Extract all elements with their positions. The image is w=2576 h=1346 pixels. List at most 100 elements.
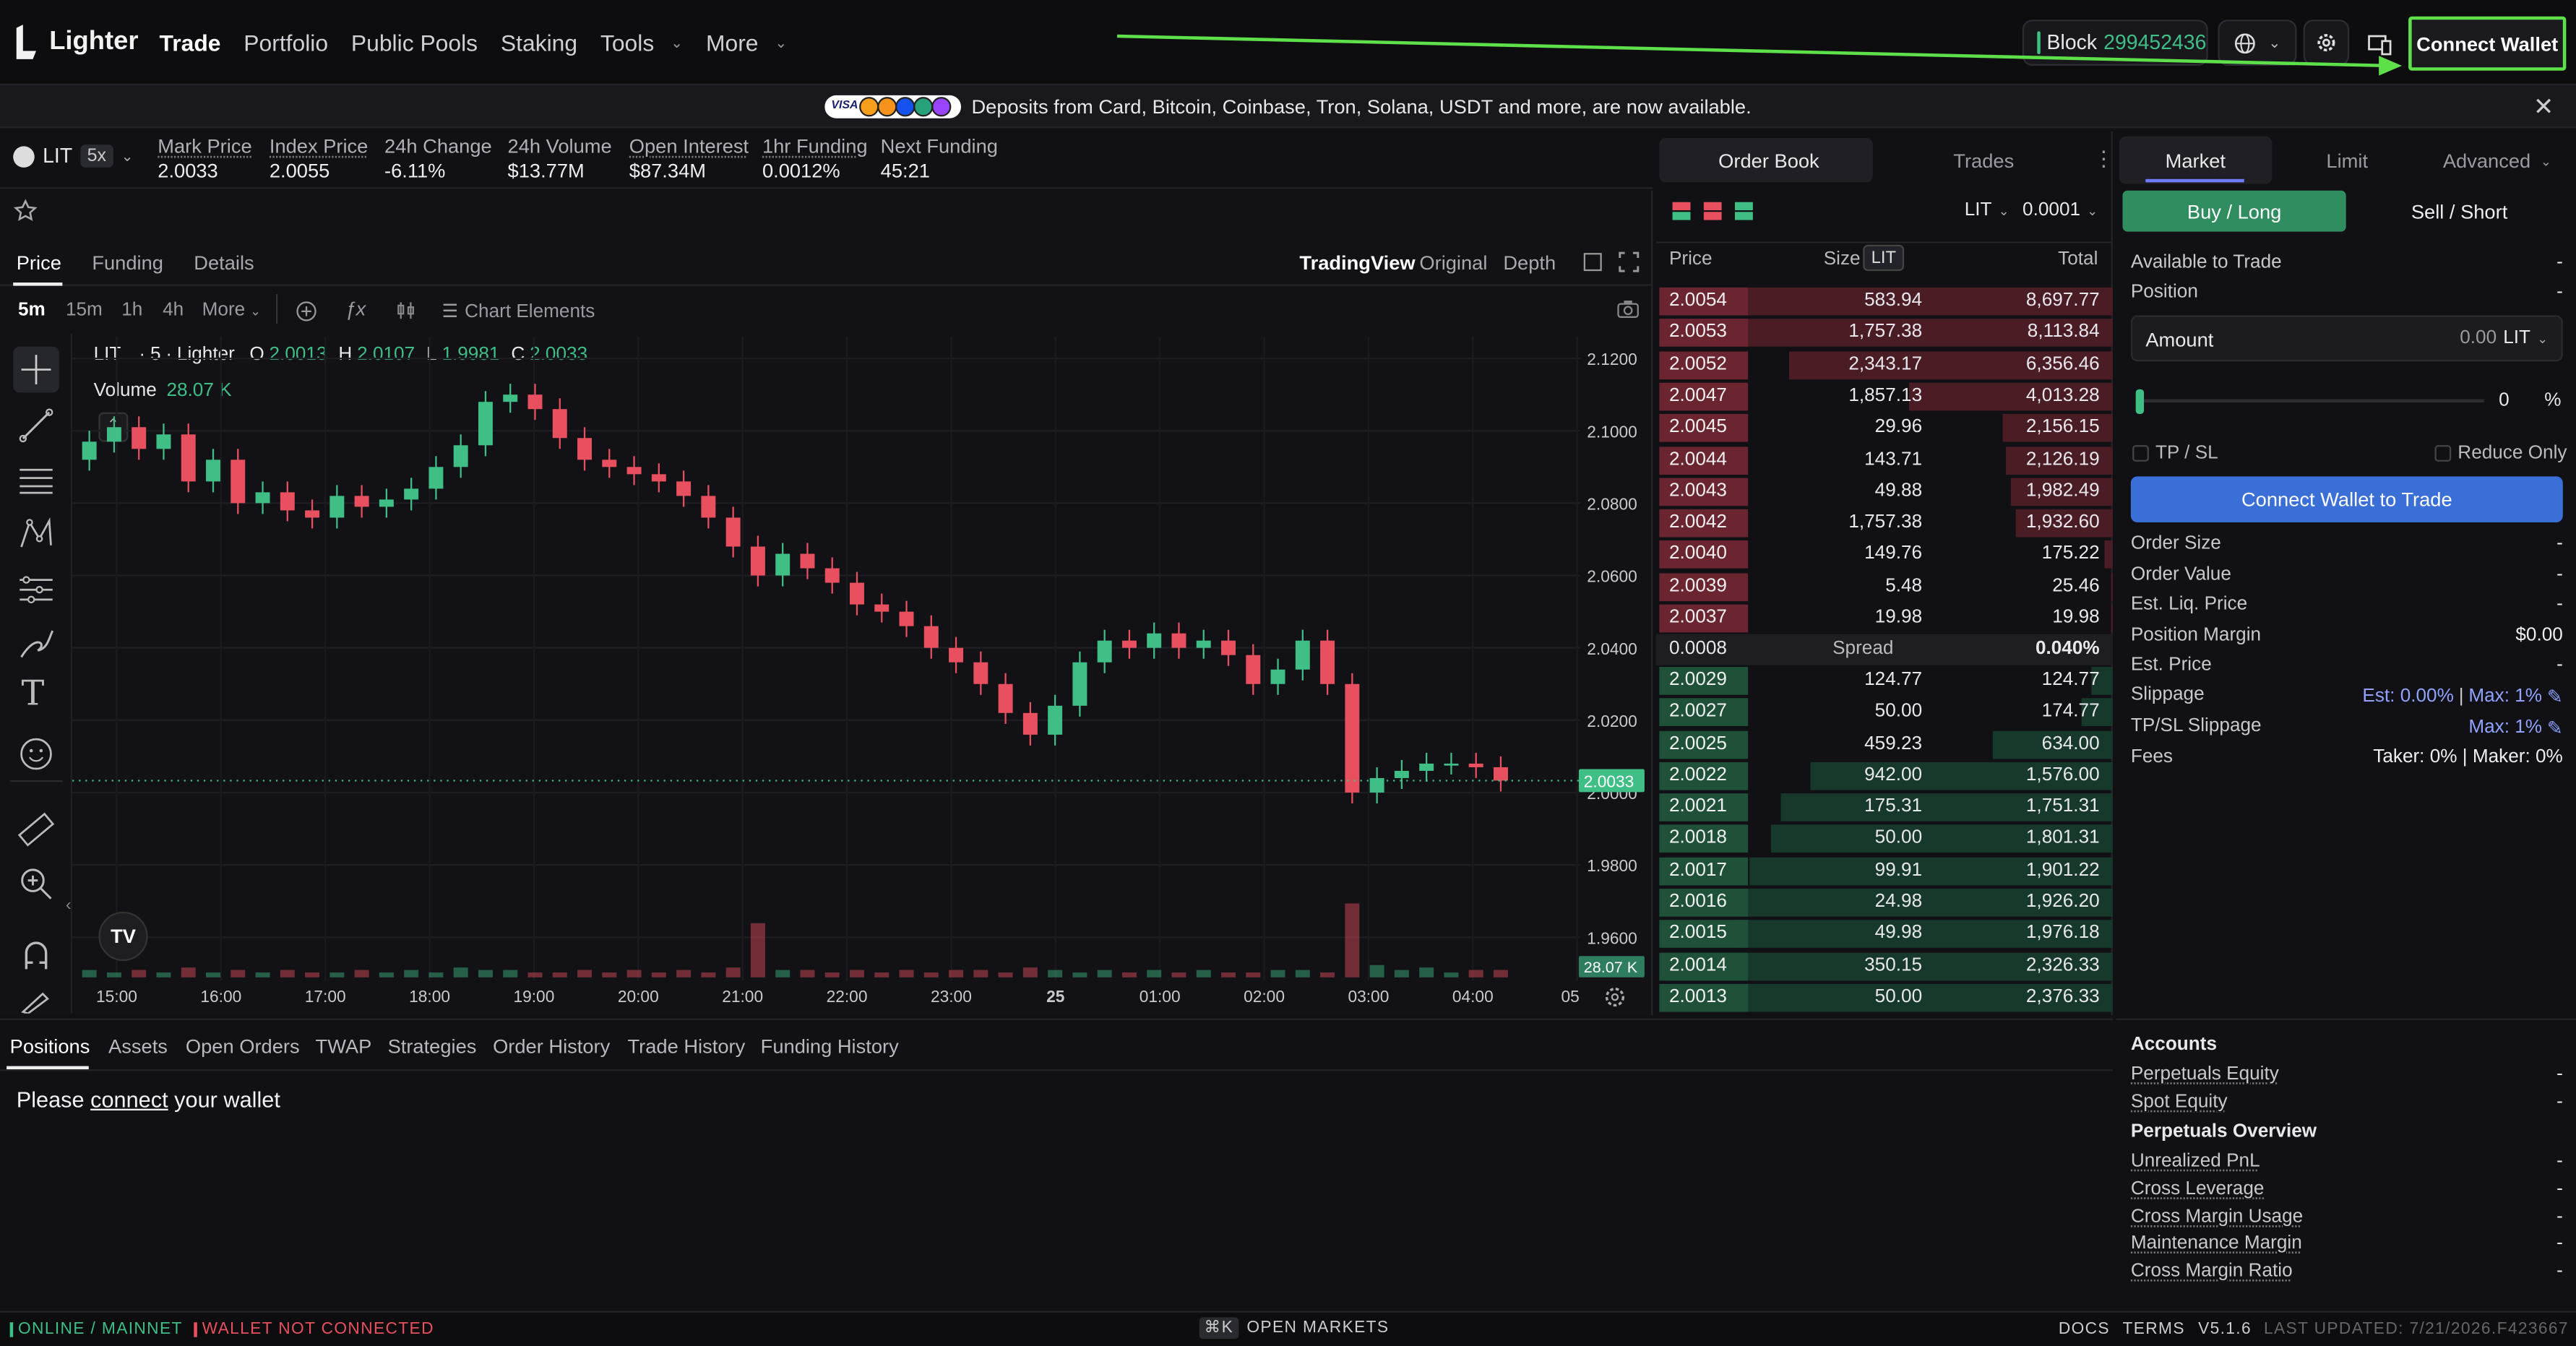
ask-row[interactable]: 2.0037 19.98 19.98: [1656, 603, 2113, 634]
bid-row[interactable]: 2.0014 350.15 2,326.33: [1656, 950, 2113, 981]
tab-price[interactable]: Price: [17, 251, 61, 275]
tab-trade-history[interactable]: Trade History: [628, 1035, 746, 1058]
interval-4h[interactable]: 4h: [163, 301, 184, 320]
stat-label[interactable]: Index Price: [270, 134, 368, 159]
book-bids-icon[interactable]: [1734, 202, 1753, 220]
horizontal-lines-icon[interactable]: [17, 460, 56, 500]
account-label[interactable]: Cross Leverage: [2131, 1179, 2265, 1199]
book-asks-icon[interactable]: [1703, 202, 1722, 220]
tradingview-logo[interactable]: TV: [98, 911, 148, 962]
emoji-tool-icon[interactable]: [18, 736, 54, 772]
tab-funding-history[interactable]: Funding History: [761, 1035, 899, 1058]
favorite-star-icon[interactable]: [13, 199, 38, 228]
stat-label[interactable]: 1hr Funding: [762, 134, 868, 159]
tab-market[interactable]: Market: [2166, 150, 2226, 173]
account-label[interactable]: Spot Equity: [2131, 1092, 2228, 1112]
forecast-tool-icon[interactable]: [17, 570, 56, 610]
ask-row[interactable]: 2.0044 143.71 2,126.19: [1656, 444, 2113, 475]
more-vertical-icon[interactable]: ⋮: [2093, 146, 2115, 172]
brush-tool-icon[interactable]: [17, 624, 56, 664]
ask-row[interactable]: 2.0043 49.88 1,982.49: [1656, 476, 2113, 507]
tab-order-history[interactable]: Order History: [493, 1035, 610, 1058]
tab-twap[interactable]: TWAP: [316, 1035, 372, 1058]
interval-more[interactable]: More ⌄: [202, 301, 262, 320]
account-label[interactable]: Cross Margin Ratio: [2131, 1262, 2293, 1282]
pencil-icon[interactable]: [17, 991, 56, 1014]
ask-row[interactable]: 2.0039 5.48 25.46: [1656, 571, 2113, 603]
tab-limit[interactable]: Limit: [2326, 150, 2368, 173]
collapse-toolbar-icon[interactable]: ‹: [66, 897, 72, 915]
book-both-icon[interactable]: [1672, 202, 1691, 220]
ask-row[interactable]: 2.0047 1,857.13 4,013.28: [1656, 381, 2113, 412]
close-icon[interactable]: ✕: [2533, 92, 2554, 122]
tab-trades[interactable]: Trades: [1953, 150, 2014, 173]
candles-icon[interactable]: [396, 301, 415, 320]
tab-strategies[interactable]: Strategies: [388, 1035, 477, 1058]
account-label[interactable]: Unrealized PnL: [2131, 1152, 2260, 1171]
slippage-values[interactable]: Est: 0.00% | Max: 1% ✎: [2362, 685, 2562, 708]
bid-row[interactable]: 2.0025 459.23 634.00: [1656, 728, 2113, 759]
tpsl-checkbox[interactable]: TP / SL: [2132, 444, 2218, 463]
ask-row[interactable]: 2.0045 29.96 2,156.15: [1656, 413, 2113, 444]
connect-link[interactable]: connect: [90, 1087, 168, 1112]
bid-row[interactable]: 2.0015 49.98 1,976.18: [1656, 919, 2113, 950]
bid-row[interactable]: 2.0017 99.91 1,901.22: [1656, 855, 2113, 886]
size-slider-handle[interactable]: [2135, 389, 2145, 414]
size-percent-input[interactable]: 0 %: [2492, 388, 2564, 418]
bid-row[interactable]: 2.0022 942.00 1,576.00: [1656, 760, 2113, 791]
connect-wallet-to-trade-button[interactable]: Connect Wallet to Trade: [2130, 476, 2563, 523]
bid-row[interactable]: 2.0013 50.00 2,376.33: [1656, 982, 2113, 1013]
terms-link[interactable]: TERMS: [2122, 1321, 2184, 1339]
interval-1h[interactable]: 1h: [121, 301, 142, 320]
bid-row[interactable]: 2.0029 124.77 124.77: [1656, 665, 2113, 696]
stat-label[interactable]: Open Interest: [629, 134, 749, 159]
camera-icon[interactable]: [1616, 299, 1640, 319]
amount-input[interactable]: Amount 0.00 LIT ⌄: [2130, 315, 2563, 362]
ask-row[interactable]: 2.0042 1,757.38 1,932.60: [1656, 508, 2113, 539]
account-label[interactable]: Maintenance Margin: [2131, 1234, 2302, 1254]
buy-long-button[interactable]: Buy / Long: [2122, 190, 2346, 232]
ask-row[interactable]: 2.0054 583.94 8,697.77: [1656, 286, 2113, 317]
docs-link[interactable]: DOCS: [2059, 1321, 2110, 1339]
tab-original[interactable]: Original: [1419, 251, 1487, 275]
bid-row[interactable]: 2.0021 175.31 1,751.31: [1656, 792, 2113, 823]
account-label[interactable]: Perpetuals Equity: [2131, 1064, 2279, 1084]
ask-row[interactable]: 2.0052 2,343.17 6,356.46: [1656, 349, 2113, 380]
reduce-only-checkbox[interactable]: Reduce Only: [2434, 444, 2567, 463]
ask-row[interactable]: 2.0053 1,757.38 8,113.84: [1656, 317, 2113, 348]
size-unit-toggle[interactable]: LIT: [1863, 244, 1905, 272]
function-icon[interactable]: ƒx: [345, 298, 366, 321]
bid-row[interactable]: 2.0018 50.00 1,801.31: [1656, 824, 2113, 855]
sell-short-button[interactable]: Sell / Short: [2349, 191, 2569, 232]
tab-positions[interactable]: Positions: [10, 1035, 90, 1058]
trend-line-icon[interactable]: [17, 406, 56, 446]
tab-order-book[interactable]: Order Book: [1718, 150, 1819, 173]
pattern-tool-icon[interactable]: [17, 514, 56, 554]
book-precision-selector[interactable]: LIT ⌄ 0.0001 ⌄: [1965, 200, 2098, 220]
account-label[interactable]: Cross Margin Usage: [2131, 1207, 2303, 1226]
zoom-in-icon[interactable]: [17, 864, 56, 904]
ruler-icon[interactable]: [17, 810, 56, 850]
crosshair-tool[interactable]: [13, 346, 59, 393]
time-axis[interactable]: 15:00 16:00 17:00 18:00 19:00 20:00 21:00 22:00…: [72, 984, 1580, 1010]
open-markets-button[interactable]: ⌘K OPEN MARKETS: [1199, 1317, 1390, 1339]
market-selector[interactable]: LIT 5x ⌄: [13, 144, 134, 168]
chart-elements-button[interactable]: ☰ Chart Elements: [442, 301, 595, 322]
chart-settings-gear-icon[interactable]: [1603, 985, 1627, 1009]
tab-details[interactable]: Details: [194, 251, 254, 275]
size-slider-track[interactable]: [2135, 399, 2484, 403]
fullscreen-icon[interactable]: [1618, 251, 1640, 273]
price-axis[interactable]: 2.1200 2.1000 2.0800 2.0600 2.0400 2.0200 2.00…: [1577, 337, 1653, 993]
bid-row[interactable]: 2.0016 24.98 1,926.20: [1656, 887, 2113, 918]
layout-square-icon[interactable]: [1583, 253, 1602, 272]
tpsl-slippage-values[interactable]: Max: 1% ✎: [2468, 716, 2562, 740]
tab-advanced[interactable]: Advanced ⌄: [2443, 150, 2551, 173]
amount-unit[interactable]: LIT: [2503, 329, 2530, 348]
bid-row[interactable]: 2.0027 50.00 174.77: [1656, 696, 2113, 728]
magnet-icon[interactable]: [17, 936, 56, 976]
add-indicator-icon[interactable]: [296, 301, 317, 322]
text-tool-icon[interactable]: T: [22, 673, 45, 713]
tab-assets[interactable]: Assets: [108, 1035, 168, 1058]
ask-row[interactable]: 2.0040 149.76 175.22: [1656, 540, 2113, 571]
interval-5m[interactable]: 5m: [18, 301, 46, 320]
